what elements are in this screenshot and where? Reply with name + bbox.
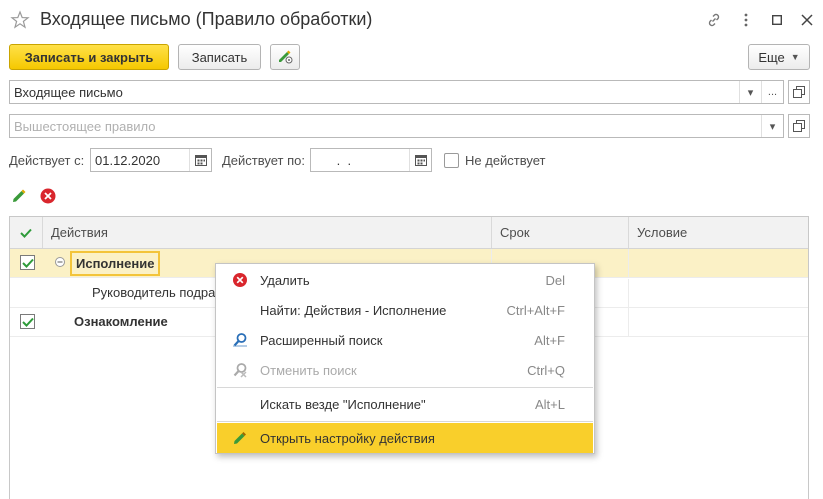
menu-item-label: Удалить: [260, 272, 310, 288]
menu-item-label: Расширенный поиск: [260, 332, 383, 348]
parent-rule-field[interactable]: Вышестоящее правило ▾: [9, 114, 784, 138]
cancel-search-icon: [231, 361, 249, 379]
valid-to-label: Действует по:: [222, 153, 305, 168]
maximize-icon[interactable]: [767, 10, 787, 30]
column-header-term[interactable]: Срок: [491, 217, 628, 248]
column-header-actions[interactable]: Действия: [42, 217, 491, 248]
menu-separator: [217, 387, 593, 388]
save-and-close-button[interactable]: Записать и закрыть: [9, 44, 169, 70]
delete-icon[interactable]: [39, 187, 57, 205]
menu-item-advanced-search[interactable]: Расширенный поиск Alt+F: [217, 325, 593, 355]
more-button-label: Еще: [758, 49, 785, 65]
chevron-down-icon: ▼: [790, 52, 800, 62]
menu-item-delete[interactable]: Удалить Del: [217, 265, 593, 295]
valid-to-value: . .: [333, 152, 352, 168]
calendar-icon[interactable]: [409, 149, 431, 171]
open-copy-icon[interactable]: [788, 80, 810, 104]
table-header: Действия Срок Условие: [10, 217, 808, 249]
column-header-condition[interactable]: Условие: [628, 217, 808, 248]
parent-rule-placeholder: Вышестоящее правило: [14, 118, 156, 134]
inactive-checkbox[interactable]: [444, 153, 459, 168]
row-checkbox[interactable]: [20, 255, 35, 270]
valid-from-label: Действует с:: [9, 153, 85, 168]
dropdown-arrow-icon[interactable]: ▾: [739, 81, 761, 103]
row-action-name: Ознакомление: [74, 314, 168, 329]
collapse-icon[interactable]: [54, 256, 66, 268]
menu-item-label: Открыть настройку действия: [260, 430, 435, 446]
menu-item-label: Отменить поиск: [260, 362, 357, 378]
link-icon[interactable]: [704, 10, 724, 30]
calendar-icon[interactable]: [189, 149, 211, 171]
menu-item-label: Искать везде "Исполнение": [260, 396, 426, 412]
menu-item-shortcut: Del: [545, 272, 565, 288]
open-copy-icon[interactable]: [788, 114, 810, 138]
menu-item-find[interactable]: Найти: Действия - Исполнение Ctrl+Alt+F: [217, 295, 593, 325]
menu-item-shortcut: Ctrl+Alt+F: [506, 302, 565, 318]
select-ellipsis-button[interactable]: ...: [761, 81, 783, 103]
more-button[interactable]: Еще ▼: [748, 44, 810, 70]
more-vertical-icon[interactable]: [736, 10, 756, 30]
menu-item-label: Найти: Действия - Исполнение: [260, 302, 447, 318]
menu-item-shortcut: Alt+L: [535, 396, 565, 412]
row-checkbox[interactable]: [20, 314, 35, 329]
menu-item-open-action-settings[interactable]: Открыть настройку действия: [217, 423, 593, 453]
save-button[interactable]: Записать: [178, 44, 261, 70]
pencil-gear-icon: [276, 47, 294, 68]
type-field[interactable]: Входящее письмо ▾ ...: [9, 80, 784, 104]
valid-from-field[interactable]: 01.12.2020: [90, 148, 212, 172]
menu-item-shortcut: Ctrl+Q: [527, 362, 565, 378]
menu-item-search-everywhere[interactable]: Искать везде "Исполнение" Alt+L: [217, 389, 593, 419]
edit-settings-button[interactable]: [270, 44, 300, 70]
dropdown-arrow-icon[interactable]: ▾: [761, 115, 783, 137]
context-menu: Удалить Del Найти: Действия - Исполнение…: [215, 263, 595, 454]
check-all-icon[interactable]: [10, 217, 42, 248]
close-icon[interactable]: [797, 10, 817, 30]
menu-item-cancel-search: Отменить поиск Ctrl+Q: [217, 355, 593, 385]
search-icon: [231, 331, 249, 349]
inactive-label: Не действует: [465, 153, 546, 168]
valid-to-field[interactable]: . .: [310, 148, 432, 172]
row-action-name: Руководитель подра: [92, 285, 216, 300]
type-field-value: Входящее письмо: [14, 84, 123, 100]
delete-icon: [231, 271, 249, 289]
menu-item-shortcut: Alt+F: [534, 332, 565, 348]
pencil-icon: [231, 429, 249, 447]
row-action-name[interactable]: Исполнение: [70, 251, 161, 276]
favorite-star-icon[interactable]: [10, 10, 30, 30]
menu-separator: [217, 421, 593, 422]
pencil-icon[interactable]: [10, 187, 28, 205]
window-title: Входящее письмо (Правило обработки): [40, 9, 373, 29]
valid-from-value: 01.12.2020: [95, 152, 161, 168]
